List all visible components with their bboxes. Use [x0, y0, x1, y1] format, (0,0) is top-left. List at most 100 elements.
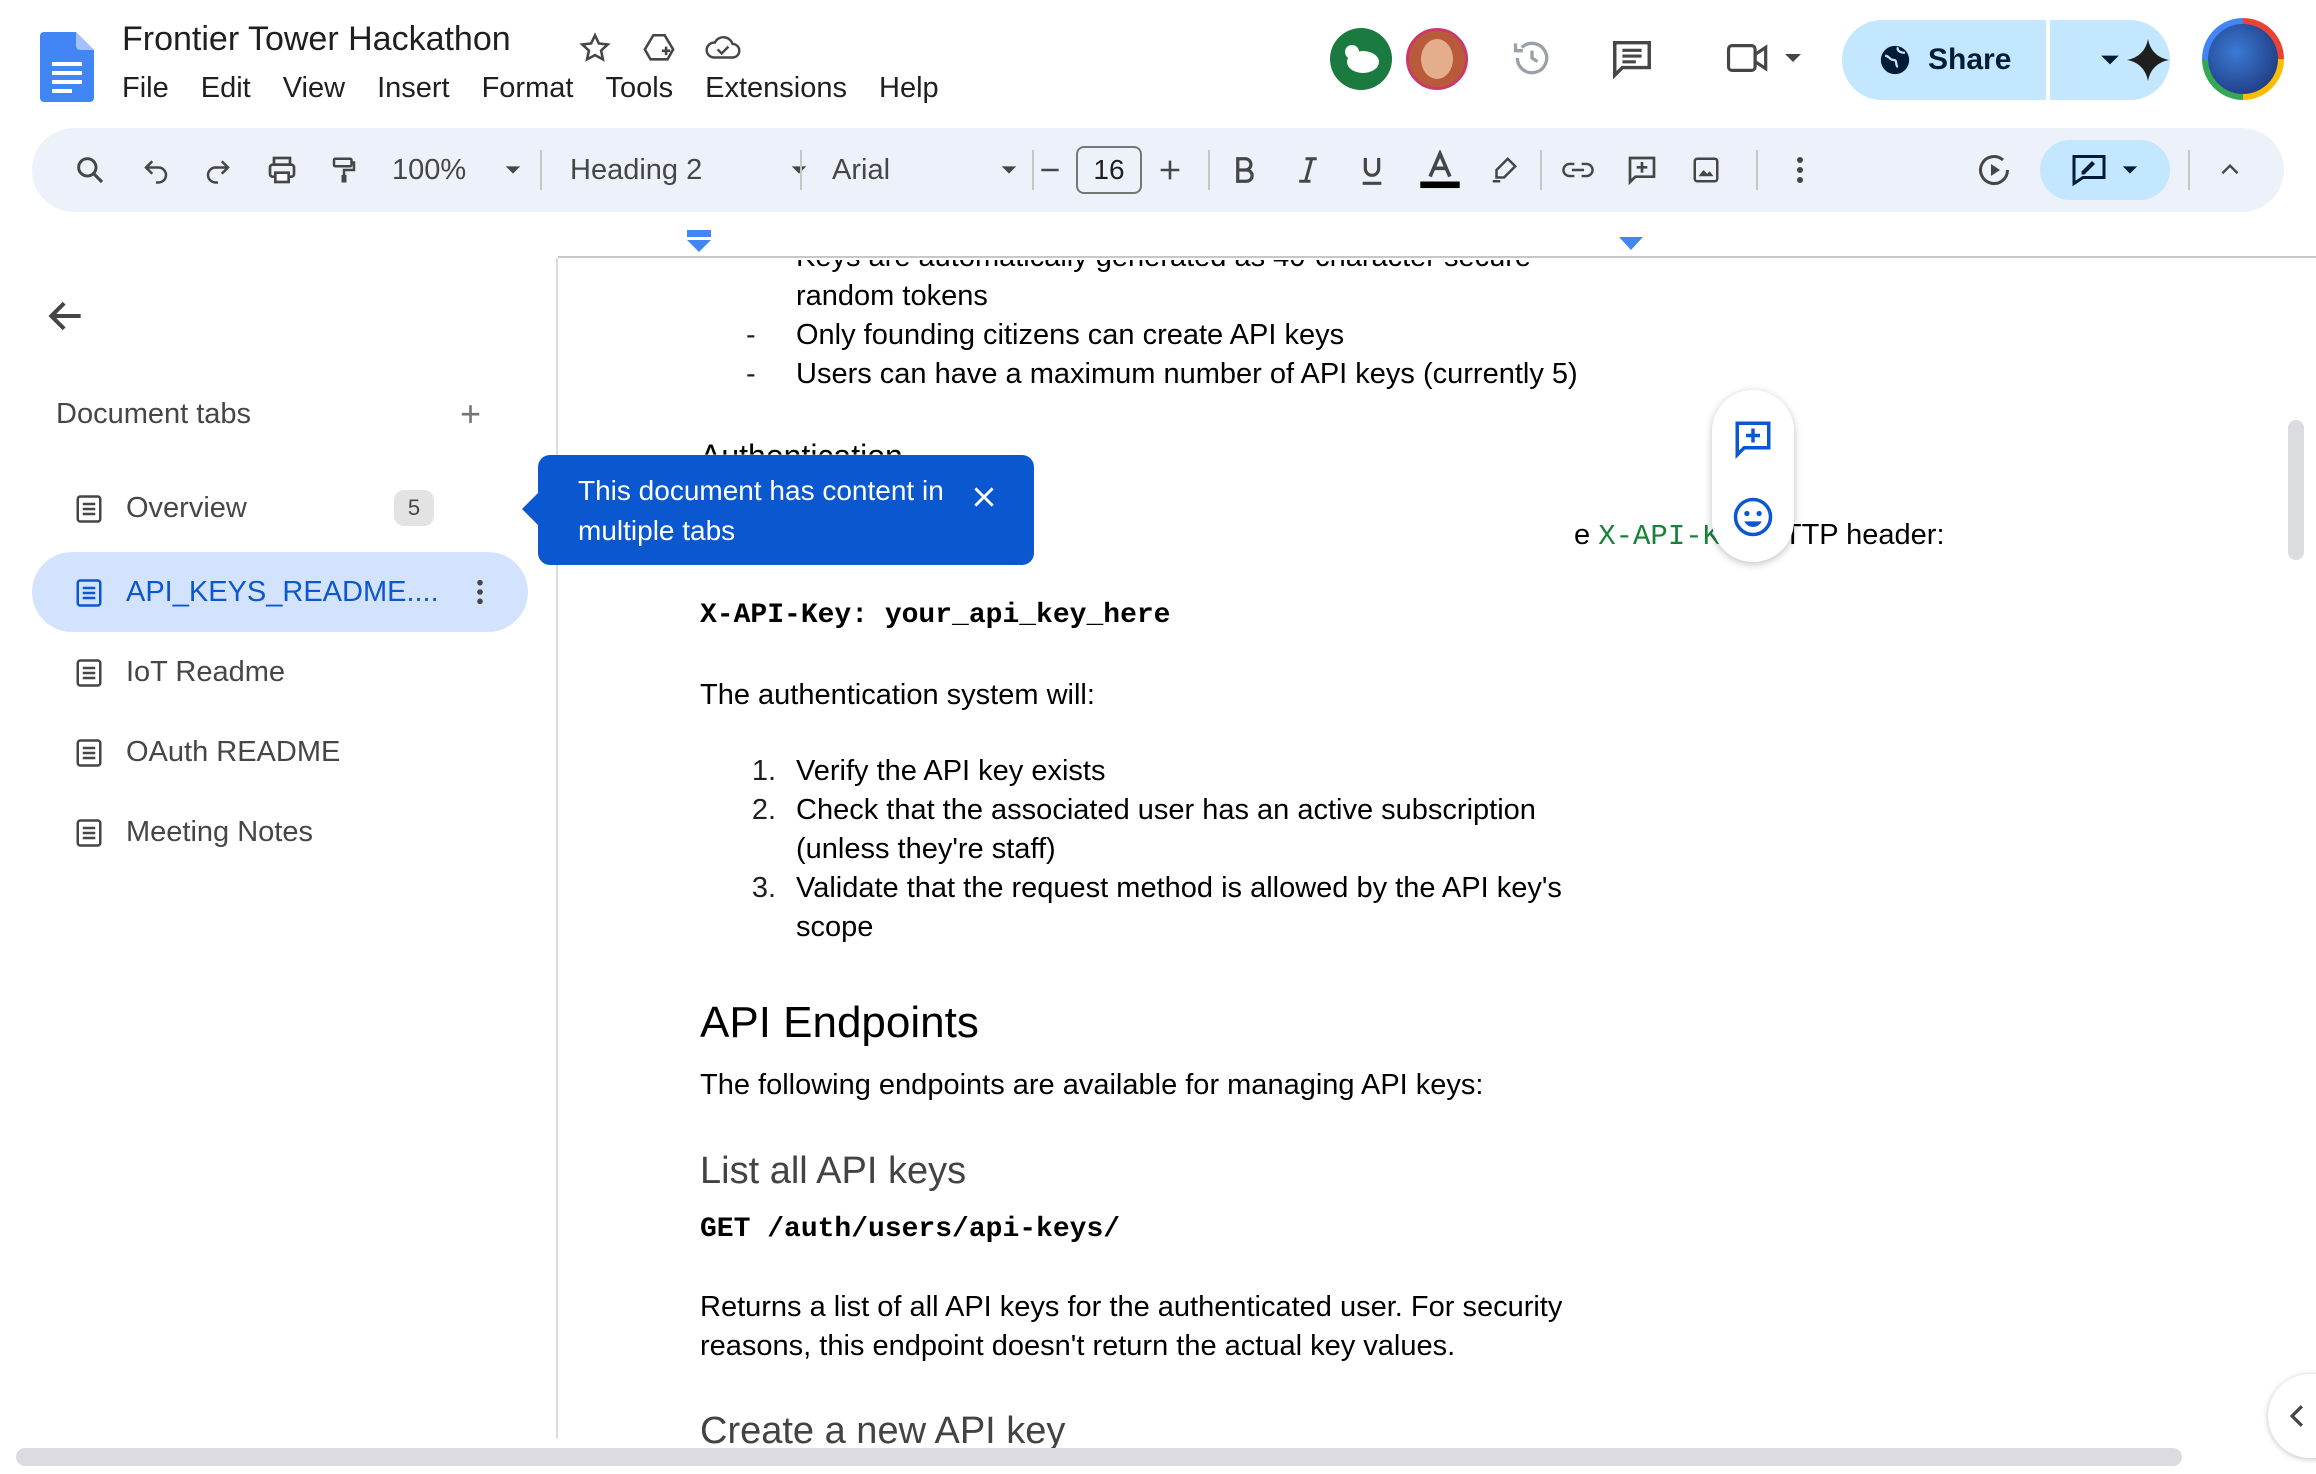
- tab-label: OAuth README: [126, 735, 341, 768]
- heading-api-endpoints: API Endpoints: [700, 998, 979, 1047]
- hide-menus-icon[interactable]: [2206, 128, 2254, 212]
- emoji-reaction-icon[interactable]: [1730, 494, 1776, 540]
- gemini-icon[interactable]: [2118, 30, 2178, 90]
- highlight-color-icon[interactable]: [1480, 128, 1528, 212]
- document-tab-icon: [76, 819, 102, 847]
- document-tabs-sidebar: Document tabs + Overview 5 API_KEYS_READ…: [0, 258, 558, 1438]
- bullet-marker: -: [746, 260, 756, 277]
- version-history-icon[interactable]: [1502, 28, 1562, 88]
- ruler: [558, 212, 2316, 258]
- text-color-icon[interactable]: [1412, 128, 1468, 212]
- chevron-down-icon: [505, 166, 521, 174]
- list-item-text: (unless they're staff): [796, 833, 1056, 865]
- horizontal-scrollbar[interactable]: [16, 1448, 2182, 1466]
- header-line-prefix: e: [1574, 519, 1591, 551]
- document-tab-icon: [76, 739, 102, 767]
- heading-create-api-key: Create a new API key: [700, 1410, 1066, 1450]
- back-arrow-icon[interactable]: [44, 294, 88, 338]
- chevron-down-icon: [2122, 166, 2138, 174]
- cloud-saved-icon[interactable]: [701, 26, 745, 70]
- tab-meeting-notes[interactable]: Meeting Notes: [32, 792, 528, 872]
- bullet-text: Keys are automatically generated as 40-c…: [796, 260, 1531, 277]
- edit-mode-icon: [2072, 155, 2106, 187]
- formatting-toolbar: 100% Heading 2 Arial 16: [32, 128, 2284, 212]
- font-select[interactable]: Arial: [832, 128, 1018, 212]
- print-icon[interactable]: [258, 128, 306, 212]
- menu-help[interactable]: Help: [879, 72, 939, 105]
- collaborator-avatar[interactable]: [1330, 28, 1392, 90]
- right-indent-marker-icon[interactable]: [1618, 236, 1644, 252]
- paragraph: The authentication system will:: [700, 679, 1095, 711]
- font-value: Arial: [832, 153, 891, 186]
- underline-icon[interactable]: [1348, 128, 1396, 212]
- chevron-down-icon: [1001, 166, 1017, 174]
- list-number: 3.: [751, 872, 776, 904]
- side-panel-toggle[interactable]: [2268, 1374, 2316, 1458]
- ai-assist-icon[interactable]: [1970, 128, 2018, 212]
- account-avatar[interactable]: [2202, 18, 2284, 100]
- star-icon[interactable]: [573, 26, 617, 70]
- menu-tools[interactable]: Tools: [605, 72, 673, 105]
- search-menus-icon[interactable]: [66, 128, 114, 212]
- tab-options-icon[interactable]: [462, 574, 498, 610]
- zoom-select[interactable]: 100%: [392, 128, 522, 212]
- move-to-drive-icon[interactable]: [637, 26, 681, 70]
- redo-icon[interactable]: [194, 128, 242, 212]
- undo-icon[interactable]: [132, 128, 180, 212]
- menu-view[interactable]: View: [283, 72, 345, 105]
- add-tab-button[interactable]: +: [460, 396, 481, 432]
- increase-font-size-icon[interactable]: [1146, 128, 1194, 212]
- paragraph: The following endpoints are available fo…: [700, 1069, 1484, 1101]
- menu-insert[interactable]: Insert: [377, 72, 450, 105]
- more-options-icon[interactable]: [1776, 128, 1824, 212]
- vertical-scrollbar[interactable]: [2288, 420, 2304, 560]
- share-button[interactable]: Share: [1842, 20, 2028, 100]
- document-title[interactable]: Frontier Tower Hackathon: [122, 20, 511, 59]
- insert-image-icon[interactable]: [1682, 128, 1730, 212]
- docs-logo-icon[interactable]: [40, 32, 94, 102]
- tab-label: Overview: [126, 491, 247, 524]
- add-comment-icon[interactable]: [1730, 416, 1776, 462]
- list-item-text: Check that the associated user has an ac…: [796, 794, 1536, 826]
- code-line: X-API-Key: your_api_key_here: [700, 600, 1171, 631]
- add-comment-icon[interactable]: [1618, 128, 1666, 212]
- tab-overview[interactable]: Overview 5: [32, 468, 528, 548]
- list-item-text: Validate that the request method is allo…: [796, 872, 1562, 904]
- bullet-text: Users can have a maximum number of API k…: [796, 358, 1578, 390]
- document-body[interactable]: - Keys are automatically generated as 40…: [560, 260, 2260, 1450]
- chevron-down-icon: [791, 166, 807, 174]
- multiple-tabs-tooltip: This document has content in multiple ta…: [522, 455, 1034, 565]
- list-item-text: scope: [796, 911, 874, 943]
- meet-icon[interactable]: [1714, 28, 1814, 88]
- bullet-marker: -: [746, 319, 756, 351]
- menu-format[interactable]: Format: [482, 72, 574, 105]
- tab-api-keys-readme[interactable]: API_KEYS_README....: [32, 552, 528, 632]
- paragraph-style-select[interactable]: Heading 2: [570, 128, 808, 212]
- insert-link-icon[interactable]: [1554, 128, 1602, 212]
- tab-oauth-readme[interactable]: OAuth README: [32, 712, 528, 792]
- italic-icon[interactable]: [1284, 128, 1332, 212]
- menu-edit[interactable]: Edit: [201, 72, 251, 105]
- document-tab-icon: [76, 495, 102, 523]
- tab-iot-readme[interactable]: IoT Readme: [32, 632, 528, 712]
- paint-format-icon[interactable]: [320, 128, 368, 212]
- menu-extensions[interactable]: Extensions: [705, 72, 847, 105]
- font-size-input[interactable]: 16: [1076, 146, 1142, 194]
- menu-file[interactable]: File: [122, 72, 169, 105]
- bullet-text: Only founding citizens can create API ke…: [796, 319, 1345, 351]
- list-item-text: Verify the API key exists: [796, 755, 1106, 787]
- share-label: Share: [1928, 43, 2012, 76]
- document-tab-icon: [76, 579, 102, 607]
- paragraph: Returns a list of all API keys for the a…: [700, 1291, 1563, 1323]
- collaborator-avatar[interactable]: [1406, 28, 1468, 90]
- paragraph: reasons, this endpoint doesn't return th…: [700, 1330, 1456, 1362]
- tab-label: IoT Readme: [126, 655, 286, 688]
- editing-mode-button[interactable]: [2040, 140, 2170, 200]
- bold-icon[interactable]: [1220, 128, 1268, 212]
- decrease-font-size-icon[interactable]: [1026, 128, 1074, 212]
- close-icon[interactable]: [964, 477, 1004, 517]
- comments-icon[interactable]: [1602, 28, 1662, 88]
- comment-count-badge: 5: [394, 490, 434, 526]
- code-line: GET /auth/users/api-keys/: [700, 1214, 1121, 1245]
- left-indent-marker-icon[interactable]: [686, 230, 712, 254]
